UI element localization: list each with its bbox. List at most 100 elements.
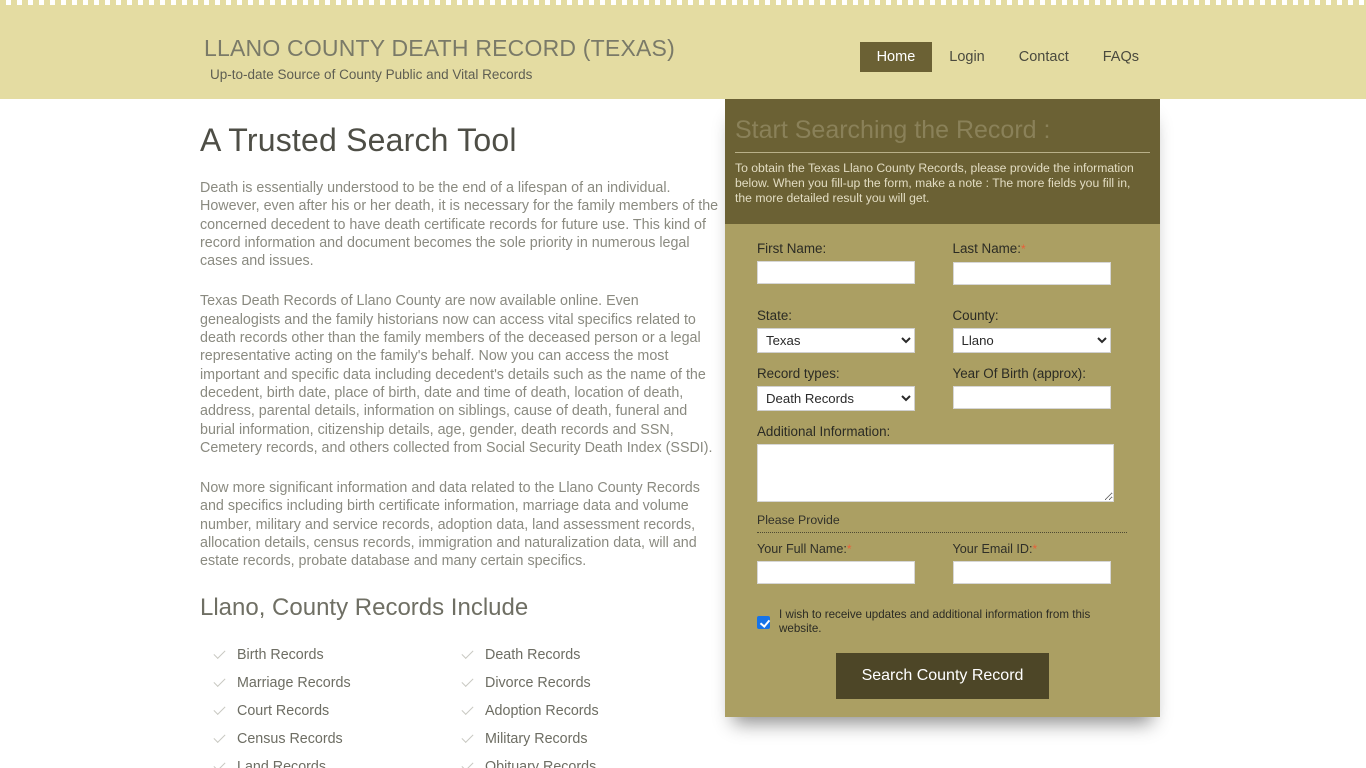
record-label: Adoption Records <box>485 702 599 719</box>
email-label: Your Email ID:* <box>953 541 1129 557</box>
record-types-group: Record types: Death Records <box>757 365 933 411</box>
record-label: Marriage Records <box>237 674 351 691</box>
records-section-title: Llano, County Records Include <box>200 593 529 621</box>
state-select[interactable]: Texas <box>757 328 915 353</box>
list-item: Census Records <box>212 725 460 753</box>
intro-paragraph-1: Death is essentially understood to be th… <box>200 180 719 270</box>
contact-row: Your Full Name:* Your Email ID:* <box>757 533 1128 584</box>
list-item: Land Records <box>212 753 460 768</box>
check-icon <box>460 675 476 691</box>
additional-info-label: Additional Information: <box>757 424 891 439</box>
record-label: Death Records <box>485 646 581 663</box>
records-list: Birth Records Death Records Marriage Rec… <box>212 641 720 768</box>
last-name-label-text: Last Name: <box>952 241 1021 256</box>
required-asterisk: * <box>846 542 852 556</box>
state-county-row: State: Texas County: Llano <box>757 307 1128 353</box>
check-icon <box>212 675 228 691</box>
nav-item-contact[interactable]: Contact <box>1002 42 1086 72</box>
record-types-select[interactable]: Death Records <box>757 386 915 411</box>
form-title: Start Searching the Record : <box>735 115 1150 153</box>
list-item: Military Records <box>460 725 708 753</box>
site-header: LLANO COUNTY DEATH RECORD (TEXAS) Up-to-… <box>0 0 1366 104</box>
list-item: Adoption Records <box>460 697 708 725</box>
newsletter-checkbox[interactable] <box>757 615 770 629</box>
check-icon <box>460 731 476 747</box>
recordtype-yob-row: Record types: Death Records Year Of Birt… <box>757 365 1128 411</box>
record-label: Census Records <box>237 730 343 747</box>
page-body: A Trusted Search Tool Death is essential… <box>0 99 1366 768</box>
page-title: A Trusted Search Tool <box>200 122 517 158</box>
first-name-label-text: First Name: <box>757 241 827 256</box>
submit-row: Search County Record <box>757 653 1128 699</box>
list-item: Obituary Records <box>460 753 708 768</box>
check-icon <box>212 703 228 719</box>
full-name-input[interactable] <box>757 561 915 584</box>
form-header: Start Searching the Record : To obtain t… <box>725 99 1160 224</box>
email-group: Your Email ID:* <box>952 533 1129 584</box>
brand-subtitle: Up-to-date Source of County Public and V… <box>210 67 533 82</box>
email-label-text: Your Email ID: <box>952 542 1033 556</box>
last-name-group: Last Name:* <box>952 240 1129 285</box>
record-label: Divorce Records <box>485 674 591 691</box>
list-item: Birth Records <box>212 641 460 669</box>
check-icon <box>212 759 228 768</box>
full-name-group: Your Full Name:* <box>757 533 933 584</box>
list-item: Divorce Records <box>460 669 708 697</box>
please-provide-label: Please Provide <box>757 513 1127 533</box>
email-input[interactable] <box>952 561 1111 584</box>
year-of-birth-input[interactable] <box>952 386 1111 409</box>
first-name-group: First Name: <box>757 240 933 285</box>
name-row: First Name: Last Name:* <box>757 240 1128 285</box>
county-select[interactable]: Llano <box>952 328 1111 353</box>
brand-title: LLANO COUNTY DEATH RECORD (TEXAS) <box>204 35 675 61</box>
check-icon <box>212 647 228 663</box>
county-label-text: County: <box>952 308 999 323</box>
last-name-input[interactable] <box>952 262 1111 285</box>
additional-info-textarea[interactable] <box>757 444 1114 502</box>
record-label: Obituary Records <box>485 758 597 768</box>
main-content: A Trusted Search Tool Death is essential… <box>200 121 720 768</box>
state-group: State: Texas <box>757 307 933 353</box>
record-label: Military Records <box>485 730 588 747</box>
intro-paragraph-2: Texas Death Records of Llano County are … <box>200 293 713 456</box>
record-label: Court Records <box>237 702 330 719</box>
check-icon <box>460 647 476 663</box>
year-of-birth-label: Year Of Birth (approx): <box>953 365 1129 382</box>
main-nav: Home Login Contact FAQs <box>859 42 1156 72</box>
year-of-birth-label-text: Year Of Birth (approx): <box>952 366 1086 381</box>
nav-item-home[interactable]: Home <box>859 42 933 72</box>
full-name-label-text: Your Full Name: <box>757 542 847 556</box>
record-types-label-text: Record types: <box>757 366 840 381</box>
first-name-label: First Name: <box>757 240 933 257</box>
newsletter-row: I wish to receive updates and additional… <box>757 608 1128 636</box>
required-asterisk: * <box>1032 542 1038 556</box>
newsletter-label: I wish to receive updates and additional… <box>779 608 1091 635</box>
county-label: County: <box>953 307 1129 324</box>
first-name-input[interactable] <box>757 261 915 284</box>
additional-info-group: Additional Information: <box>757 423 1128 507</box>
list-item: Marriage Records <box>212 669 460 697</box>
check-icon <box>212 731 228 747</box>
required-asterisk: * <box>1020 242 1026 256</box>
search-form-panel: Start Searching the Record : To obtain t… <box>725 99 1160 717</box>
record-label: Birth Records <box>237 646 324 663</box>
search-county-record-button[interactable]: Search County Record <box>835 653 1050 699</box>
county-group: County: Llano <box>952 307 1129 353</box>
form-description: To obtain the Texas Llano County Records… <box>735 161 1134 205</box>
nav-item-faqs[interactable]: FAQs <box>1086 42 1156 72</box>
year-of-birth-group: Year Of Birth (approx): <box>952 365 1129 411</box>
list-item: Court Records <box>212 697 460 725</box>
list-item: Death Records <box>460 641 708 669</box>
state-label-text: State: <box>757 308 792 323</box>
form-body: First Name: Last Name:* State: Texas Cou… <box>725 224 1160 717</box>
record-label: Land Records <box>237 758 327 768</box>
intro-paragraph-3: Now more significant information and dat… <box>200 480 700 570</box>
state-label: State: <box>757 307 933 324</box>
last-name-label: Last Name:* <box>953 240 1129 258</box>
brand[interactable]: LLANO COUNTY DEATH RECORD (TEXAS) Up-to-… <box>204 33 675 84</box>
record-types-label: Record types: <box>757 365 933 382</box>
full-name-label: Your Full Name:* <box>757 541 933 557</box>
nav-item-login[interactable]: Login <box>932 42 1001 72</box>
check-icon <box>460 759 476 768</box>
check-icon <box>460 703 476 719</box>
